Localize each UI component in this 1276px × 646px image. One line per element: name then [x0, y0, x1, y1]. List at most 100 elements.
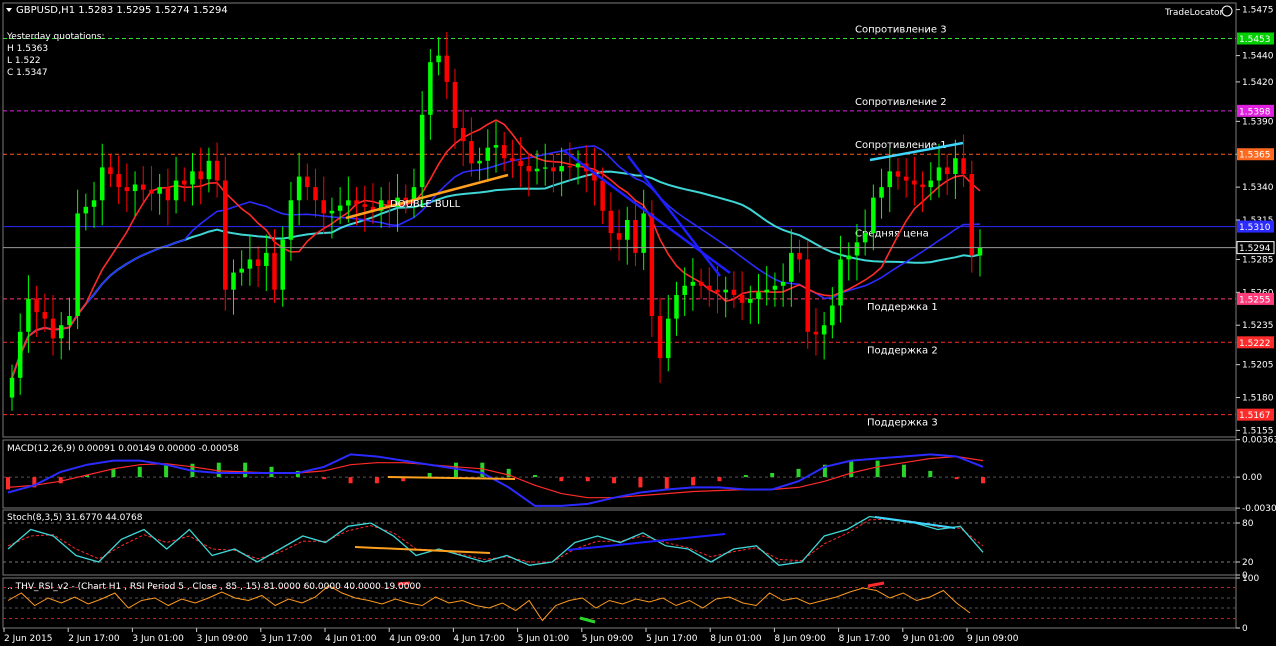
rsi-overbought-marker [867, 581, 885, 588]
level-price-tag-text: 1.5167 [1239, 411, 1271, 421]
candle-body [756, 292, 761, 299]
candle-body [460, 127, 466, 142]
stoch-trendline-orange [354, 546, 491, 554]
candle-body [272, 252, 277, 290]
candle-body [903, 176, 909, 181]
candle-body [255, 259, 261, 267]
candle-body [748, 298, 753, 303]
candle-body [346, 200, 351, 206]
candle-body [518, 160, 523, 167]
candle-body [321, 200, 326, 214]
candle-body [296, 176, 302, 201]
candle-body [764, 289, 769, 293]
candle-body [534, 168, 540, 172]
time-tick-label: 3 Jun 09:00 [197, 634, 249, 644]
tradelocator-icon[interactable] [1221, 5, 1233, 17]
candle-body [600, 180, 605, 211]
candle-body [124, 187, 130, 192]
candle-body [707, 285, 712, 290]
candle-body [575, 163, 581, 168]
macd-histogram-bar [137, 466, 142, 478]
candle-body [887, 171, 893, 188]
candle-body [165, 187, 171, 201]
stoch-signal-line [7, 518, 984, 563]
candle-body [862, 233, 868, 243]
time-tick-label: 4 Jun 17:00 [453, 634, 505, 644]
candle-body [313, 187, 318, 201]
candle-body [477, 160, 482, 164]
candle-body [780, 281, 786, 286]
time-tick-label: 3 Jun 17:00 [261, 634, 313, 644]
candle-body [214, 160, 220, 181]
candle-body [50, 318, 56, 339]
candle-body [641, 213, 646, 253]
candle-body [838, 259, 843, 306]
price-tick-label: 1.5285 [1242, 255, 1274, 265]
candle-body [624, 220, 630, 240]
candle-body [140, 184, 146, 190]
candle-body [34, 298, 39, 313]
candle-body [83, 206, 89, 214]
macd-histogram-bar [664, 477, 669, 490]
level-price-tag-text: 1.5222 [1239, 339, 1271, 349]
candle-body [231, 272, 236, 290]
candle-body [469, 141, 474, 164]
candle-body [977, 247, 983, 256]
macd-histogram-bar [243, 462, 248, 478]
price-tick-label: 1.5205 [1242, 361, 1274, 371]
macd-histogram-bar [111, 468, 116, 478]
dropdown-icon[interactable] [6, 8, 12, 12]
macd-histogram-bar [322, 477, 327, 480]
level-label: Сопротивление 2 [855, 97, 947, 108]
candle-body [526, 166, 532, 172]
level-label: Поддержка 2 [867, 345, 938, 356]
trendline-orange [345, 173, 509, 220]
macd-histogram-bar [928, 470, 933, 478]
candle-body [936, 167, 942, 181]
price-tick-label: 1.5390 [1242, 117, 1274, 127]
time-tick-label: 8 Jun 01:00 [710, 634, 762, 644]
symbol-header: GBPUSD,H1 1.5283 1.5295 1.5274 1.5294 [16, 5, 228, 16]
time-tick-label: 4 Jun 01:00 [325, 634, 377, 644]
candle-body [108, 167, 113, 174]
candle-body [132, 184, 138, 192]
macd-main-line [7, 453, 984, 507]
candle-body [846, 255, 852, 260]
level-label: Поддержка 1 [867, 302, 938, 313]
candle-body [99, 167, 105, 201]
time-tick-label: 5 Jun 17:00 [646, 634, 698, 644]
trading-chart[interactable]: 1.5475 1.5440 1.5420 1.5390 1.5365 1.5340 1.53… [0, 0, 1276, 646]
price-tick-label: 1.5340 [1242, 183, 1274, 193]
candle-body [264, 252, 269, 267]
time-tick-label: 5 Jun 01:00 [518, 634, 570, 644]
candle-body [961, 158, 966, 174]
macd-tick-label: 0.00 [1242, 473, 1262, 483]
candle-body [173, 180, 179, 201]
yesterday-high: H 1.5363 [7, 44, 48, 54]
tradelocator-label: TradeLocator [1164, 8, 1224, 18]
macd-tick-label: -0.00301 [1242, 504, 1276, 514]
candle-body [969, 173, 975, 256]
rsi-title: .. THV_RSI_v2 - (Chart H1 , RSI Period 5… [7, 582, 421, 592]
candle-body [682, 285, 687, 295]
candle-body [419, 114, 425, 188]
ma-mid-line [11, 145, 981, 379]
candle-body [157, 187, 162, 194]
candle-body [9, 377, 15, 398]
candle-body [715, 289, 720, 293]
macd-title: MACD(12,26,9) 0.00091 0.00149 0.00000 -0… [7, 444, 239, 454]
candle-body [75, 213, 80, 317]
candle-body [362, 204, 368, 207]
candle-body [91, 200, 97, 207]
candle-body [723, 289, 728, 293]
candle-body [813, 331, 819, 335]
candle-body [912, 180, 917, 185]
candle-body [772, 285, 778, 290]
candle-body [731, 289, 737, 295]
candle-body [501, 145, 507, 159]
candle-body [797, 252, 802, 260]
macd-histogram-bar [216, 462, 221, 478]
candle-body [485, 147, 491, 161]
level-price-tag-text: 1.5453 [1239, 35, 1271, 45]
candle-body [239, 268, 244, 273]
